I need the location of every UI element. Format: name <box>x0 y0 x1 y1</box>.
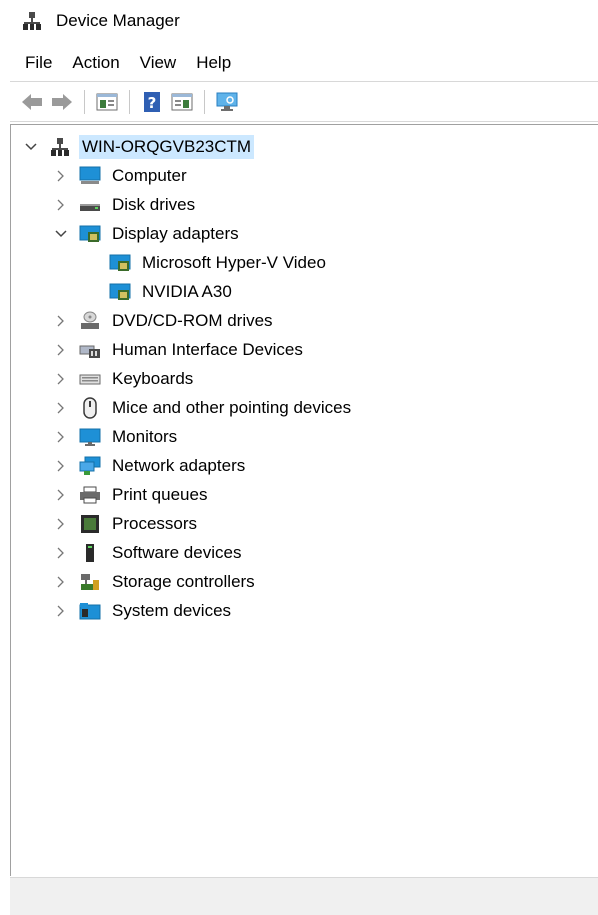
tree-item-disk-drives[interactable]: Disk drives <box>53 192 198 218</box>
expand-chevron-icon[interactable] <box>53 516 69 532</box>
tree-item-label: Human Interface Devices <box>112 340 303 359</box>
menu-bar: File Action View Help <box>0 46 598 80</box>
monitor-icon <box>79 427 101 447</box>
tree-item-label: Monitors <box>112 427 178 446</box>
forward-icon <box>52 94 72 110</box>
tree-item-system-devices[interactable]: System devices <box>53 598 234 624</box>
tree-root[interactable]: WIN-ORQGVB23CTM <box>23 134 255 160</box>
tree-child-label: Microsoft Hyper-V Video <box>142 253 326 272</box>
device-tree[interactable]: WIN-ORQGVB23CTM Computer Disk drives Dis… <box>10 124 598 876</box>
back-icon <box>22 94 42 110</box>
help-button[interactable]: ? <box>138 88 166 116</box>
show-hide-console-tree-button[interactable] <box>93 88 121 116</box>
disk-drive-icon <box>79 195 101 215</box>
menu-action[interactable]: Action <box>65 49 126 77</box>
help-icon: ? <box>144 92 160 112</box>
expand-chevron-icon[interactable] <box>53 313 69 329</box>
tree-item-label: Display adapters <box>112 224 239 243</box>
toolbar-separator <box>204 90 205 114</box>
menu-divider <box>10 81 598 82</box>
window-title: Device Manager <box>56 11 180 30</box>
collapse-chevron-icon[interactable] <box>23 139 39 155</box>
expand-chevron-icon[interactable] <box>53 574 69 590</box>
forward-button[interactable] <box>48 88 76 116</box>
expand-chevron-icon[interactable] <box>53 197 69 213</box>
hid-icon <box>79 340 101 360</box>
toolbar-divider <box>10 121 598 122</box>
title-bar: Device Manager <box>0 0 598 42</box>
display-adapter-icon <box>109 282 131 302</box>
expand-chevron-icon[interactable] <box>53 429 69 445</box>
computer-icon <box>79 166 101 186</box>
expand-chevron-icon[interactable] <box>53 487 69 503</box>
back-button[interactable] <box>18 88 46 116</box>
tree-item-label: Keyboards <box>112 369 194 388</box>
tree-item-label: Storage controllers <box>112 572 255 591</box>
tree-item-processors[interactable]: Processors <box>53 511 200 537</box>
expand-chevron-icon[interactable] <box>53 458 69 474</box>
tree-item-label: System devices <box>112 601 232 620</box>
scan-hardware-button[interactable] <box>213 88 241 116</box>
tree-item-label: Disk drives <box>112 195 196 214</box>
menu-view[interactable]: View <box>133 49 184 77</box>
storage-controller-icon <box>79 572 101 592</box>
toolbar: ? <box>0 84 598 120</box>
tree-item-label: Software devices <box>112 543 242 562</box>
tree-item-print-queues[interactable]: Print queues <box>53 482 210 508</box>
software-device-icon <box>79 543 101 563</box>
tree-item-label: Processors <box>112 514 198 533</box>
toolbar-separator <box>129 90 130 114</box>
computer-network-icon <box>49 137 71 157</box>
tree-item-display-adapters[interactable]: Display adapters <box>53 221 242 247</box>
tree-item-network-adapters[interactable]: Network adapters <box>53 453 248 479</box>
console-tree-icon <box>96 93 118 111</box>
status-bar <box>10 877 598 915</box>
tree-child-hyper-v-video[interactable]: Microsoft Hyper-V Video <box>109 250 329 276</box>
tree-child-label: NVIDIA A30 <box>142 282 232 301</box>
tree-item-keyboards[interactable]: Keyboards <box>53 366 196 392</box>
expand-chevron-icon[interactable] <box>53 603 69 619</box>
toolbar-separator <box>84 90 85 114</box>
expand-chevron-icon[interactable] <box>53 342 69 358</box>
display-adapter-icon <box>109 253 131 273</box>
expand-chevron-icon[interactable] <box>53 545 69 561</box>
svg-text:?: ? <box>148 94 157 112</box>
display-adapter-icon <box>79 224 101 244</box>
tree-item-label: Computer <box>112 166 187 185</box>
expand-chevron-icon[interactable] <box>53 371 69 387</box>
dvd-drive-icon <box>79 311 101 331</box>
expand-chevron-icon[interactable] <box>53 168 69 184</box>
tree-item-monitors[interactable]: Monitors <box>53 424 180 450</box>
mouse-icon <box>79 397 101 419</box>
network-adapter-icon <box>79 456 101 476</box>
tree-item-label: Mice and other pointing devices <box>112 398 352 417</box>
processor-icon <box>79 514 101 534</box>
device-manager-icon <box>22 11 42 31</box>
tree-item-label: Print queues <box>112 485 208 504</box>
keyboard-icon <box>79 369 101 389</box>
tree-item-label: DVD/CD-ROM drives <box>112 311 273 330</box>
tree-item-label: Network adapters <box>112 456 246 475</box>
tree-item-storage-controllers[interactable]: Storage controllers <box>53 569 258 595</box>
root-label: WIN-ORQGVB23CTM <box>79 135 255 159</box>
properties-icon <box>171 93 193 111</box>
tree-item-computer[interactable]: Computer <box>53 163 190 189</box>
printer-icon <box>79 485 101 505</box>
tree-item-software-devices[interactable]: Software devices <box>53 540 244 566</box>
menu-file[interactable]: File <box>18 49 59 77</box>
tree-item-mice[interactable]: Mice and other pointing devices <box>53 395 354 421</box>
scan-hardware-icon <box>216 92 238 111</box>
tree-item-dvd-drives[interactable]: DVD/CD-ROM drives <box>53 308 276 334</box>
tree-item-hid[interactable]: Human Interface Devices <box>53 337 306 363</box>
properties-button[interactable] <box>168 88 196 116</box>
collapse-chevron-icon[interactable] <box>53 226 69 242</box>
system-devices-icon <box>79 601 101 621</box>
menu-help[interactable]: Help <box>189 49 238 77</box>
tree-child-nvidia-a30[interactable]: NVIDIA A30 <box>109 279 235 305</box>
expand-chevron-icon[interactable] <box>53 400 69 416</box>
